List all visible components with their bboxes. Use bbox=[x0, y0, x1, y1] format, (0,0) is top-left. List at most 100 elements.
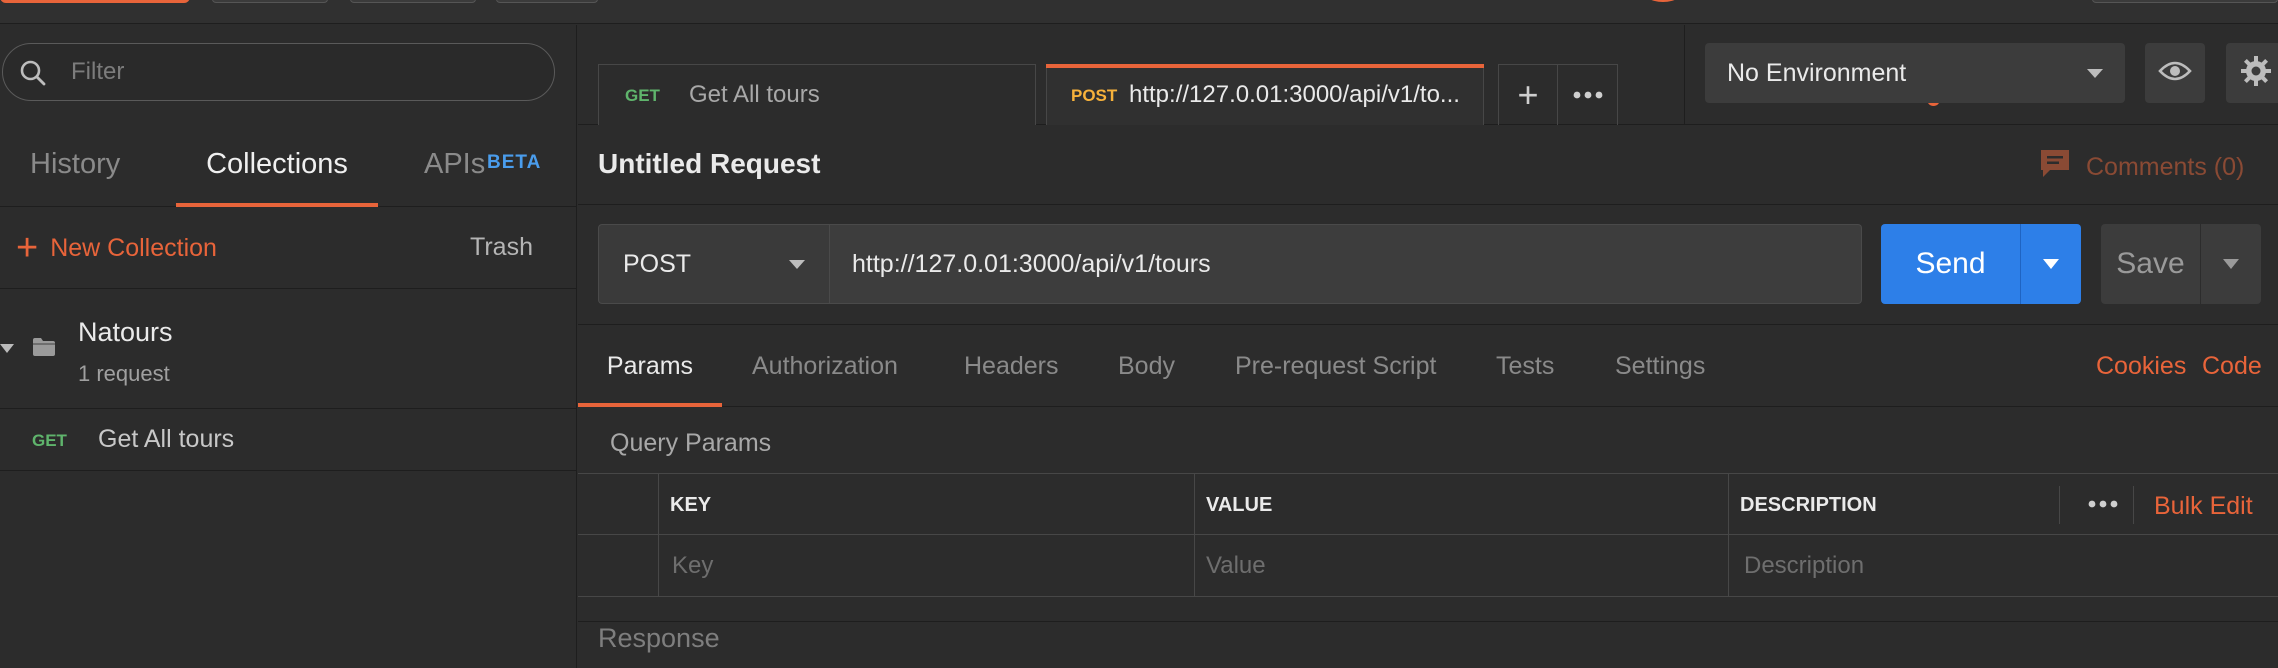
param-key-input[interactable] bbox=[672, 536, 1182, 595]
column-divider bbox=[1728, 474, 1729, 534]
query-params-title: Query Params bbox=[610, 429, 772, 457]
eye-icon bbox=[2158, 60, 2192, 87]
environment-select[interactable]: No Environment bbox=[1705, 43, 2125, 103]
request-tabs-bar: GET Get All tours POST http://127.0.01:3… bbox=[578, 25, 2278, 125]
column-header-key: KEY bbox=[670, 494, 712, 516]
response-title: Response bbox=[598, 623, 720, 653]
column-divider bbox=[1728, 535, 1729, 596]
request-config-tabs: Params Authorization Headers Body Pre-re… bbox=[578, 325, 2278, 407]
param-value-input[interactable] bbox=[1206, 536, 1716, 595]
tab-authorization[interactable]: Authorization bbox=[752, 325, 898, 407]
method-badge: POST bbox=[1071, 86, 1118, 105]
environment-label: No Environment bbox=[1727, 59, 1907, 87]
column-divider bbox=[658, 474, 659, 534]
comments-label: Comments (0) bbox=[2086, 153, 2245, 181]
caret-down-icon[interactable] bbox=[0, 344, 14, 353]
method-select[interactable]: POST bbox=[598, 224, 830, 304]
param-description-input[interactable] bbox=[1744, 536, 2264, 595]
cookies-link[interactable]: Cookies bbox=[2096, 325, 2186, 407]
folder-icon bbox=[32, 337, 56, 362]
request-tab-active[interactable]: POST http://127.0.01:3000/api/v1/to... bbox=[1046, 64, 1940, 125]
more-icon bbox=[2088, 495, 2118, 513]
user-avatar[interactable] bbox=[1640, 0, 1686, 2]
request-tab-title: Get All tours bbox=[689, 81, 820, 108]
sidebar-actions: + New Collection Trash bbox=[0, 207, 577, 289]
comments-button[interactable]: Comments (0) bbox=[2038, 147, 2244, 188]
table-row bbox=[578, 535, 2278, 597]
column-divider bbox=[658, 535, 659, 596]
url-input[interactable] bbox=[830, 224, 1862, 304]
divider bbox=[578, 621, 2278, 622]
method-label: POST bbox=[623, 250, 692, 278]
beta-badge: BETA bbox=[487, 152, 542, 173]
column-header-description: DESCRIPTION bbox=[1740, 494, 1877, 516]
save-button[interactable]: Save bbox=[2101, 224, 2261, 304]
tab-settings[interactable]: Settings bbox=[1615, 325, 1705, 407]
manage-environments-button[interactable] bbox=[2226, 43, 2278, 103]
bulk-edit-link[interactable]: Bulk Edit bbox=[2154, 492, 2253, 521]
header-button[interactable] bbox=[496, 0, 598, 3]
method-badge: GET bbox=[32, 431, 67, 450]
header-button[interactable] bbox=[2092, 0, 2278, 3]
save-label: Save bbox=[2101, 224, 2201, 304]
plus-icon: + bbox=[16, 227, 39, 269]
plus-icon: + bbox=[1517, 74, 1539, 115]
search-icon bbox=[19, 59, 47, 92]
collection-count: 1 request bbox=[78, 361, 170, 386]
request-title-row: Untitled Request Comments (0) bbox=[578, 125, 2278, 205]
tab-params[interactable]: Params bbox=[578, 325, 722, 407]
request-name: Get All tours bbox=[98, 425, 235, 453]
filter-input[interactable] bbox=[71, 44, 541, 100]
chevron-down-icon bbox=[789, 260, 805, 269]
tab-history[interactable]: History bbox=[30, 125, 120, 207]
query-params-table: KEY VALUE DESCRIPTION Bulk Edit bbox=[578, 473, 2278, 621]
tab-body[interactable]: Body bbox=[1118, 325, 1175, 407]
chevron-down-icon bbox=[2087, 69, 2103, 78]
save-options-button[interactable] bbox=[2201, 224, 2261, 304]
filter-box[interactable] bbox=[2, 43, 555, 101]
main-panel: GET Get All tours POST http://127.0.01:3… bbox=[578, 25, 2278, 668]
comment-icon bbox=[2038, 147, 2072, 188]
tab-apis[interactable]: APIs bbox=[424, 125, 485, 207]
url-bar: POST Send Save bbox=[578, 205, 2278, 325]
divider bbox=[2133, 486, 2134, 524]
tab-tests[interactable]: Tests bbox=[1496, 325, 1554, 407]
request-tab[interactable]: GET Get All tours bbox=[598, 64, 1036, 125]
environment-quick-look-button[interactable] bbox=[2145, 43, 2205, 103]
divider bbox=[1684, 25, 1685, 125]
gear-icon bbox=[2240, 55, 2272, 92]
caret-down-icon bbox=[2043, 259, 2059, 269]
send-label: Send bbox=[1881, 224, 2021, 304]
app-header bbox=[0, 0, 2278, 24]
header-button[interactable] bbox=[212, 0, 328, 3]
collection-name: Natours bbox=[78, 317, 173, 347]
sidebar: History Collections APIs BETA + New Coll… bbox=[0, 25, 577, 668]
tab-headers[interactable]: Headers bbox=[964, 325, 1059, 407]
sidebar-request-item[interactable]: GET Get All tours bbox=[0, 409, 577, 471]
header-button[interactable] bbox=[350, 0, 476, 3]
add-tab-button[interactable]: + bbox=[1499, 65, 1559, 125]
column-divider bbox=[1194, 474, 1195, 534]
collection-item[interactable]: Natours 1 request bbox=[0, 289, 577, 409]
tab-pre-request-script[interactable]: Pre-request Script bbox=[1235, 325, 1436, 407]
tab-more-button[interactable] bbox=[1558, 65, 1617, 125]
table-header: KEY VALUE DESCRIPTION Bulk Edit bbox=[578, 473, 2278, 535]
send-button[interactable]: Send bbox=[1881, 224, 2081, 304]
table-options-button[interactable] bbox=[2080, 484, 2126, 524]
request-title[interactable]: Untitled Request bbox=[598, 148, 820, 180]
caret-down-icon bbox=[2223, 259, 2239, 269]
tab-actions: + bbox=[1498, 64, 1618, 125]
column-divider bbox=[1194, 535, 1195, 596]
code-link[interactable]: Code bbox=[2202, 325, 2262, 407]
column-header-value: VALUE bbox=[1206, 494, 1273, 516]
trash-button[interactable]: Trash bbox=[470, 233, 533, 262]
request-tab-title: http://127.0.01:3000/api/v1/to... bbox=[1129, 81, 1460, 108]
method-badge: GET bbox=[625, 86, 660, 105]
more-icon bbox=[1573, 86, 1603, 104]
app-menu-button[interactable] bbox=[0, 0, 190, 3]
send-options-button[interactable] bbox=[2021, 224, 2081, 304]
new-collection-label: New Collection bbox=[50, 233, 217, 262]
new-collection-button[interactable]: + New Collection bbox=[16, 228, 217, 268]
divider bbox=[2059, 486, 2060, 524]
tab-collections[interactable]: Collections bbox=[176, 125, 378, 207]
